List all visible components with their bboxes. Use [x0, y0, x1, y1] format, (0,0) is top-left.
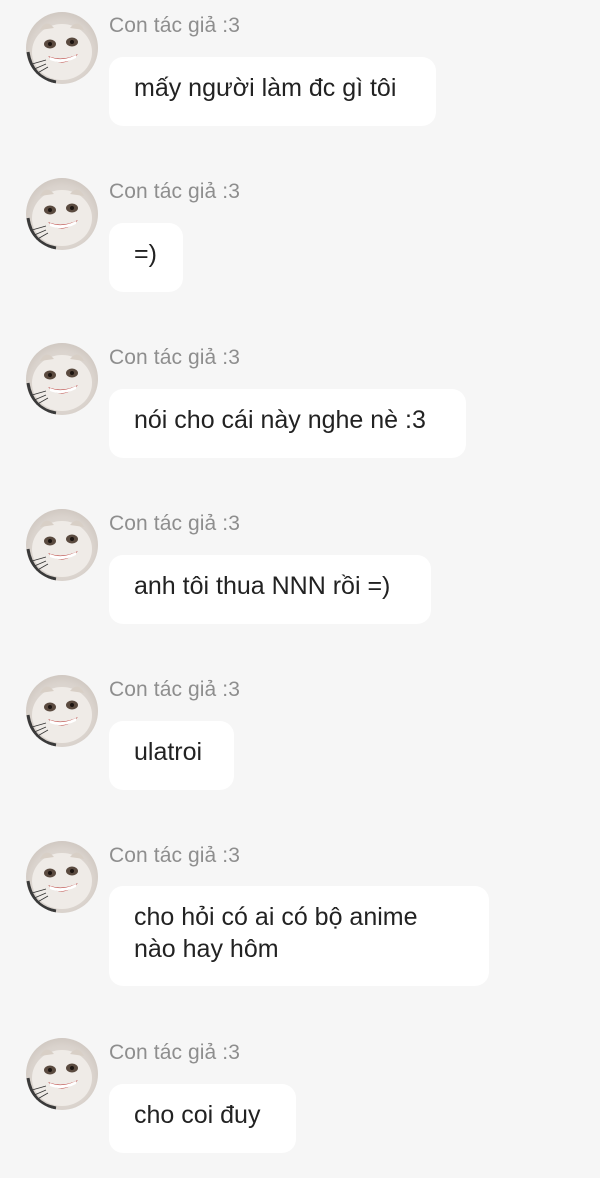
message-text-line: cho hỏi có ai có bộ anime	[134, 903, 418, 931]
sender-name: Con tác giả :3	[109, 1041, 240, 1064]
message-bubble[interactable]: ulatroi	[109, 721, 234, 790]
cat-avatar-icon[interactable]	[26, 12, 98, 84]
sender-name: Con tác giả :3	[109, 346, 240, 369]
message-bubble[interactable]: mấy người làm đc gì tôi	[109, 57, 436, 126]
cat-avatar-icon[interactable]	[26, 675, 98, 747]
message-bubble[interactable]: cho coi đuy	[109, 1084, 296, 1153]
message-text: =)	[134, 240, 157, 268]
message-bubble[interactable]: =)	[109, 223, 183, 292]
message-bubble[interactable]: cho hỏi có ai có bộ anime nào hay hôm	[109, 886, 489, 986]
cat-avatar-icon[interactable]	[26, 1038, 98, 1110]
cat-avatar-icon[interactable]	[26, 178, 98, 250]
sender-name: Con tác giả :3	[109, 14, 240, 37]
sender-name: Con tác giả :3	[109, 512, 240, 535]
cat-avatar-icon[interactable]	[26, 343, 98, 415]
message-bubble[interactable]: nói cho cái này nghe nè :3	[109, 389, 466, 458]
message-bubble[interactable]: anh tôi thua NNN rồi =)	[109, 555, 431, 624]
cat-avatar-icon[interactable]	[26, 841, 98, 913]
sender-name: Con tác giả :3	[109, 844, 240, 867]
message-text: anh tôi thua NNN rồi =)	[134, 572, 391, 600]
sender-name: Con tác giả :3	[109, 180, 240, 203]
message-text: ulatroi	[134, 738, 203, 766]
message-text: mấy người làm đc gì tôi	[134, 74, 397, 102]
message-text: nói cho cái này nghe nè :3	[134, 406, 426, 434]
cat-avatar-icon[interactable]	[26, 509, 98, 581]
message-text-line: nào hay hôm	[134, 935, 279, 963]
message-text: cho coi đuy	[134, 1101, 261, 1129]
chat-message-list: Con tác giả :3 mấy người làm đc gì tôi C…	[0, 0, 600, 1178]
sender-name: Con tác giả :3	[109, 678, 240, 701]
